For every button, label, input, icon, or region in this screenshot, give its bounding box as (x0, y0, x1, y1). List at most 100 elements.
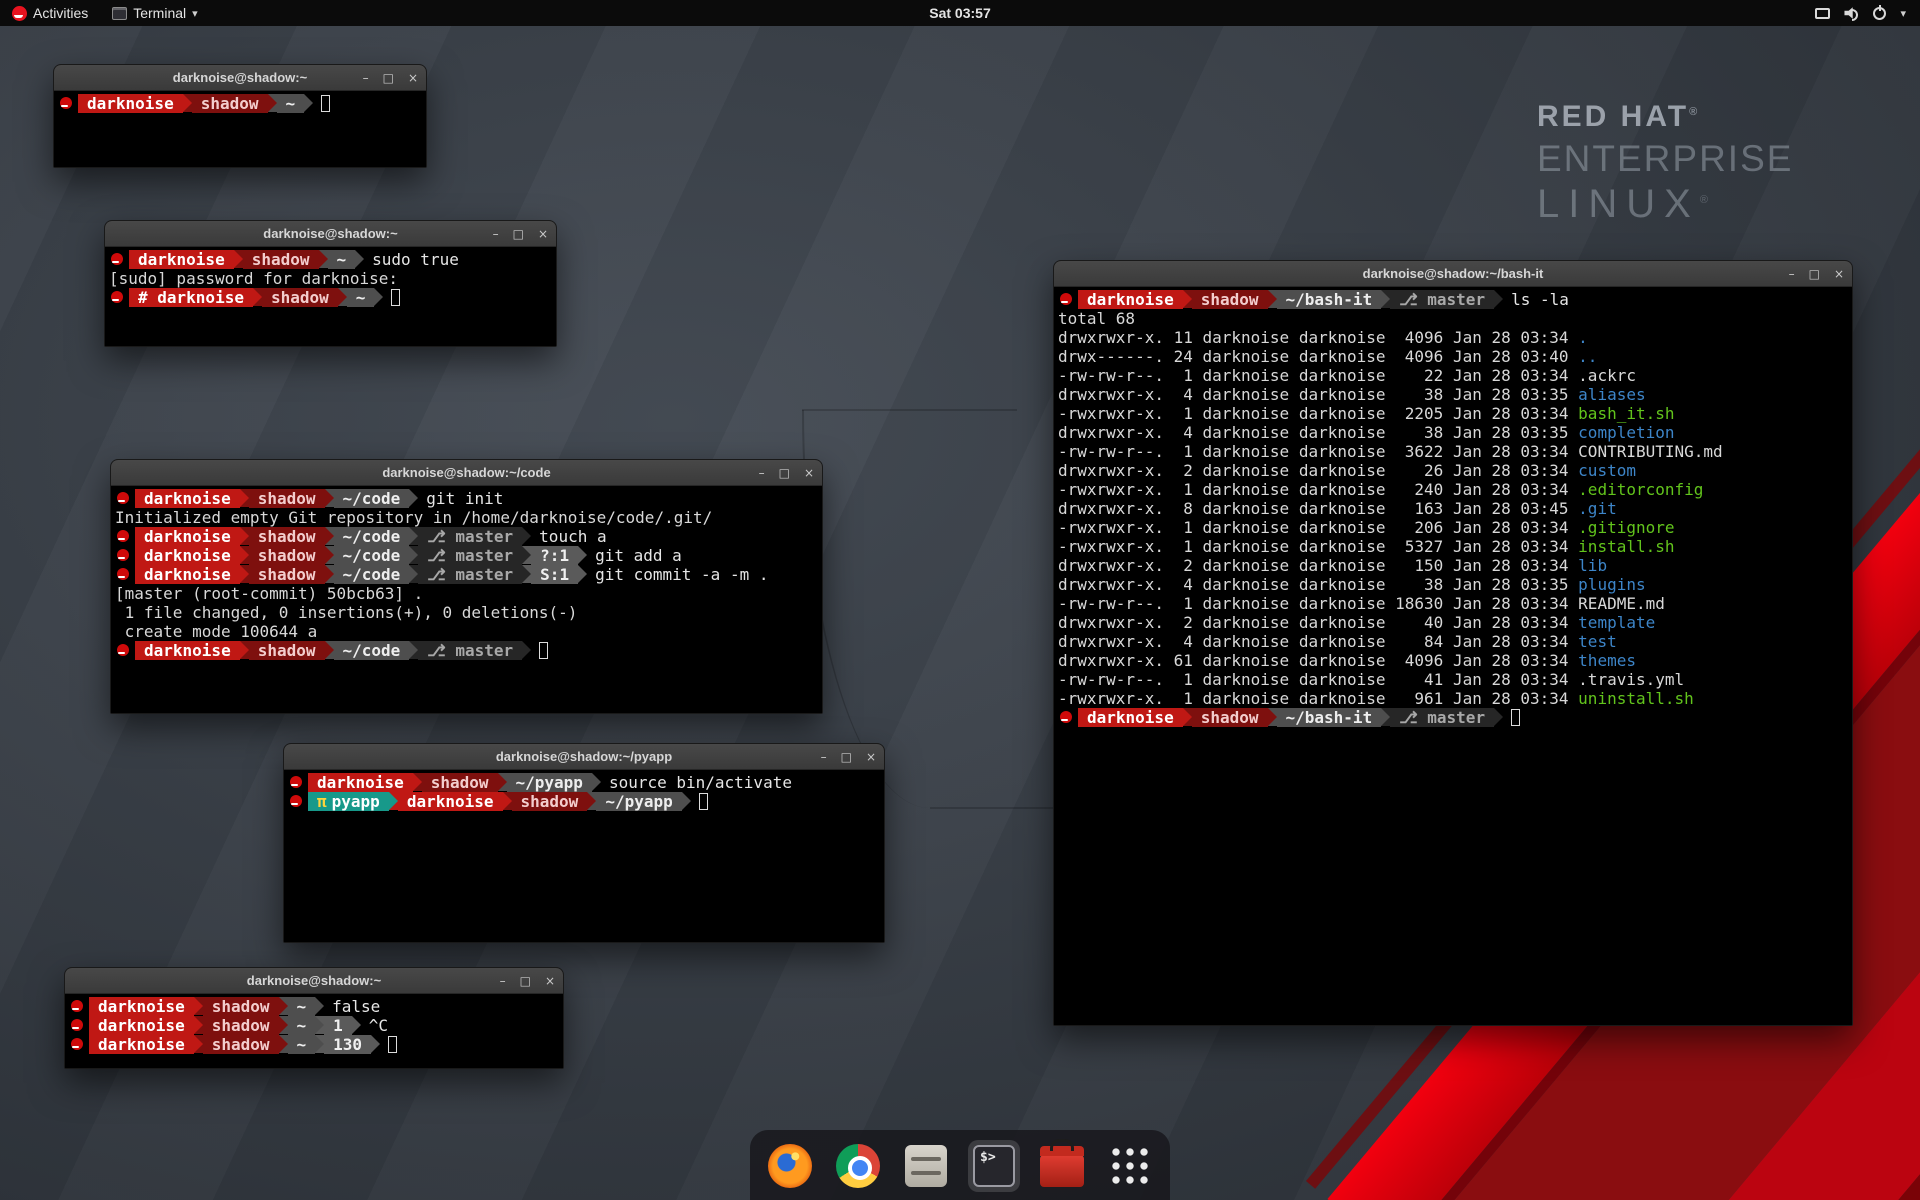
minimize-button[interactable]: – (500, 975, 506, 987)
system-menu-caret-icon[interactable]: ▾ (1900, 7, 1906, 20)
powerline-arrow (374, 288, 383, 306)
toolbox-icon[interactable] (1036, 1140, 1088, 1192)
terminal-window[interactable]: darknoise@shadow:~/pyapp – □ × darknoise… (283, 743, 885, 943)
terminal-window[interactable]: darknoise@shadow:~ – □ × darknoiseshadow… (104, 220, 557, 347)
close-button[interactable]: × (804, 467, 814, 479)
output-line: total 68 (1058, 309, 1852, 328)
prompt-segment-user: darknoise (1078, 708, 1183, 727)
terminal-mini-icon (112, 7, 127, 20)
powerline-arrow (522, 527, 531, 545)
clock[interactable]: Sat 03:57 (929, 5, 990, 21)
close-button[interactable]: × (538, 228, 548, 240)
python-icon: π (317, 792, 327, 811)
terminal-body[interactable]: darknoiseshadow~falsedarknoiseshadow~1^C… (65, 995, 563, 1068)
redhat-icon (111, 291, 123, 303)
redhat-logo-icon (12, 6, 27, 21)
output-line: -rwxrwxr-x. 1 darknoise darknoise 240 Ja… (1058, 480, 1852, 499)
titlebar[interactable]: darknoise@shadow:~ – □ × (105, 221, 556, 247)
powerline-arrow (578, 546, 587, 564)
minimize-button[interactable]: – (493, 228, 499, 240)
terminal-window[interactable]: darknoise@shadow:~/bash-it – □ × darknoi… (1053, 260, 1853, 1026)
powerline-arrow (682, 792, 691, 810)
prompt-line: darknoiseshadow~/codegit init (115, 489, 822, 508)
prompt-segment-user: darknoise (135, 527, 240, 546)
files-icon[interactable] (900, 1140, 952, 1192)
prompt-line: darknoiseshadow~130 (69, 1035, 563, 1054)
command-text: sudo true (372, 250, 459, 269)
titlebar[interactable]: darknoise@shadow:~ – □ × (54, 65, 426, 91)
output-line: drwxrwxr-x. 4 darknoise darknoise 38 Jan… (1058, 423, 1852, 442)
maximize-button[interactable]: □ (383, 72, 394, 84)
prompt-line: darknoiseshadow~/pyappsource bin/activat… (288, 773, 884, 792)
close-button[interactable]: × (408, 72, 418, 84)
app-menu[interactable]: Terminal ▾ (100, 0, 209, 26)
titlebar[interactable]: darknoise@shadow:~/pyapp – □ × (284, 744, 884, 770)
maximize-button[interactable]: □ (1809, 268, 1820, 280)
cursor (699, 793, 708, 810)
terminal-body[interactable]: darknoiseshadow~/codegit initInitialized… (111, 487, 822, 713)
powerline-arrow (1268, 290, 1277, 308)
minimize-button[interactable]: – (363, 72, 369, 84)
powerline-arrow (409, 527, 418, 545)
close-button[interactable]: × (545, 975, 555, 987)
display-icon[interactable] (1815, 8, 1830, 19)
file-name: plugins (1578, 575, 1645, 594)
prompt-line: darknoiseshadow~/bash-it⎇ master (1058, 708, 1852, 727)
terminal-window[interactable]: darknoise@shadow:~ – □ × darknoiseshadow… (53, 64, 427, 168)
prompt-segment-host: shadow (243, 250, 319, 269)
file-name: .. (1578, 347, 1597, 366)
powerline-arrow (409, 489, 418, 507)
maximize-button[interactable]: □ (513, 228, 524, 240)
prompt-segment-host: shadow (192, 94, 268, 113)
prompt-segment-user: darknoise (89, 997, 194, 1016)
titlebar[interactable]: darknoise@shadow:~/bash-it – □ × (1054, 261, 1852, 287)
powerline-arrow (1381, 290, 1390, 308)
prompt-segment-host: shadow (422, 773, 498, 792)
titlebar[interactable]: darknoise@shadow:~/code – □ × (111, 460, 822, 486)
power-icon[interactable] (1873, 7, 1886, 20)
prompt-segment-path: ~/code (334, 527, 410, 546)
file-name: themes (1578, 651, 1636, 670)
close-button[interactable]: × (1834, 268, 1844, 280)
brand-linux: LINUX® (1537, 182, 1793, 227)
maximize-button[interactable]: □ (841, 751, 852, 763)
redhat-icon (117, 644, 129, 656)
prompt-segment-host: shadow (1192, 708, 1268, 727)
output-line: drwxrwxr-x. 8 darknoise darknoise 163 Ja… (1058, 499, 1852, 518)
prompt-segment-path: ~ (288, 1016, 316, 1035)
activities-button[interactable]: Activities (0, 0, 100, 26)
terminal-body[interactable]: darknoiseshadow~/bash-it⎇ masterls -lato… (1054, 288, 1852, 1025)
file-name: .travis.yml (1578, 670, 1684, 689)
command-text: ls -la (1511, 290, 1569, 309)
file-name: CONTRIBUTING.md (1578, 442, 1723, 461)
redhat-icon (71, 1038, 83, 1050)
command-text: git commit -a -m . (595, 565, 768, 584)
titlebar[interactable]: darknoise@shadow:~ – □ × (65, 968, 563, 994)
powerline-arrow (240, 641, 249, 659)
command-text: touch a (539, 527, 606, 546)
firefox-icon[interactable] (764, 1140, 816, 1192)
terminal-body[interactable]: darknoiseshadow~/pyappsource bin/activat… (284, 771, 884, 942)
terminal-body[interactable]: darknoiseshadow~sudo true[sudo] password… (105, 248, 556, 346)
output-line: drwxrwxr-x. 4 darknoise darknoise 38 Jan… (1058, 385, 1852, 404)
chrome-icon[interactable] (832, 1140, 884, 1192)
close-button[interactable]: × (866, 751, 876, 763)
minimize-button[interactable]: – (1789, 268, 1795, 280)
terminal-icon[interactable]: $> (968, 1140, 1020, 1192)
terminal-window[interactable]: darknoise@shadow:~ – □ × darknoiseshadow… (64, 967, 564, 1069)
terminal-body[interactable]: darknoiseshadow~ (54, 92, 426, 167)
file-name: install.sh (1578, 537, 1674, 556)
prompt-segment-user: darknoise (89, 1035, 194, 1054)
app-grid-icon[interactable] (1104, 1140, 1156, 1192)
minimize-button[interactable]: – (821, 751, 827, 763)
powerline-arrow (183, 94, 192, 112)
terminal-window[interactable]: darknoise@shadow:~/code – □ × darknoises… (110, 459, 823, 714)
output-line: drwxrwxr-x. 4 darknoise darknoise 38 Jan… (1058, 575, 1852, 594)
minimize-button[interactable]: – (759, 467, 765, 479)
maximize-button[interactable]: □ (779, 467, 790, 479)
volume-icon[interactable] (1844, 7, 1859, 20)
maximize-button[interactable]: □ (520, 975, 531, 987)
file-name: uninstall.sh (1578, 689, 1694, 708)
prompt-line: darknoiseshadow~/bash-it⎇ masterls -la (1058, 290, 1852, 309)
file-name: template (1578, 613, 1655, 632)
